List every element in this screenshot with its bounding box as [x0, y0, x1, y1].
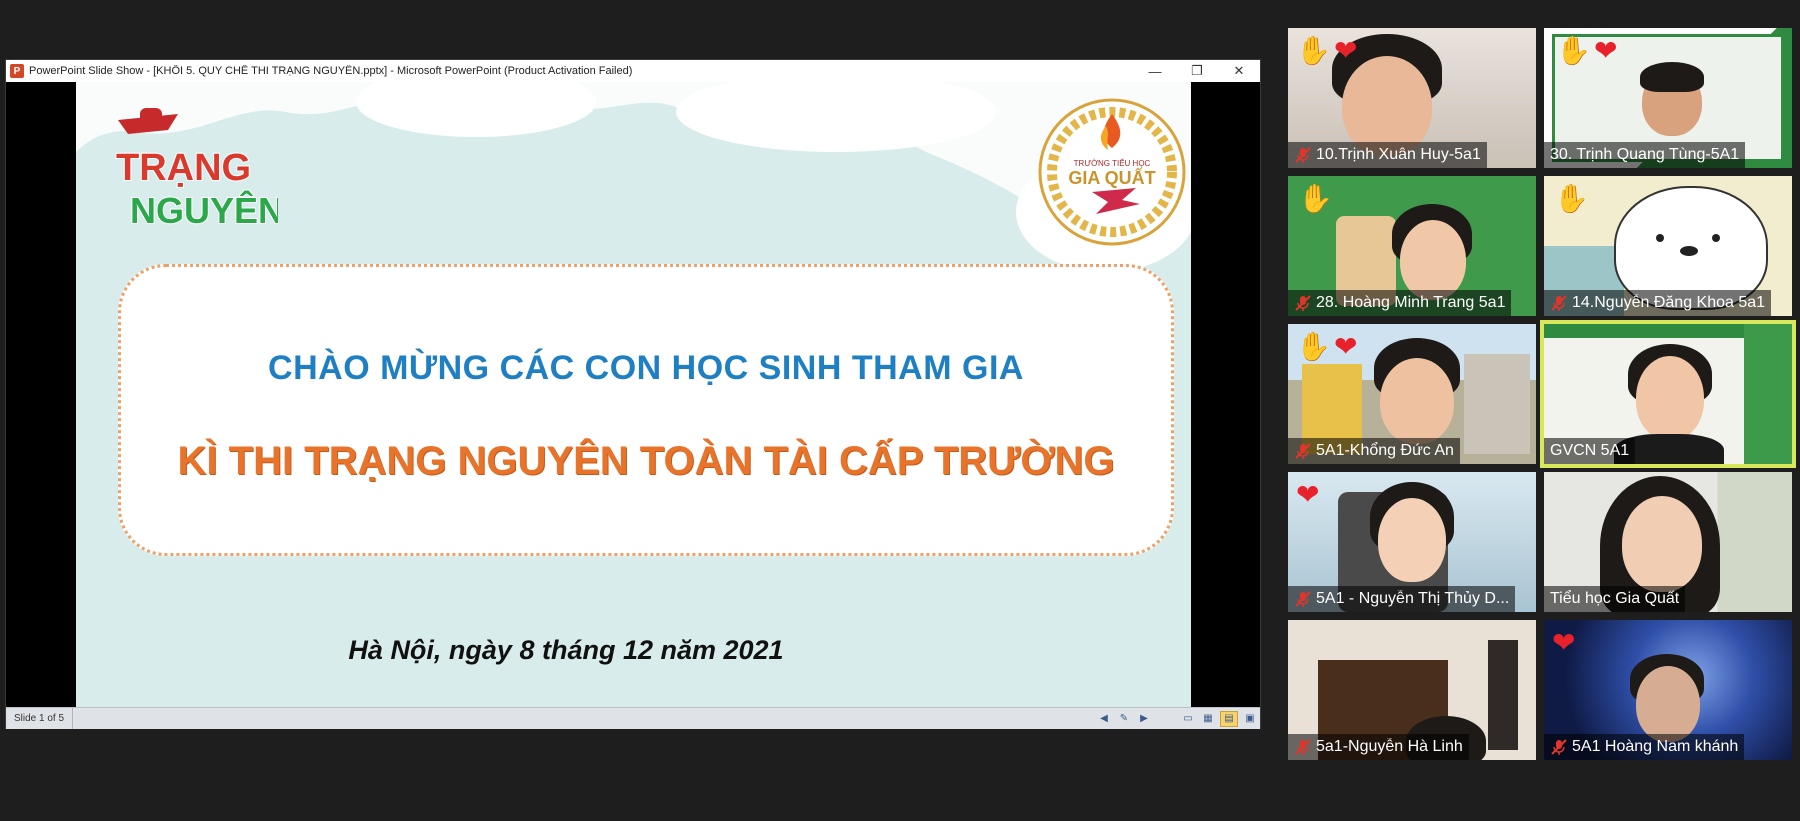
next-slide-icon[interactable]: ▶: [1136, 712, 1152, 726]
previous-slide-icon[interactable]: ◀: [1096, 712, 1112, 726]
heart-icon: ❤: [1334, 35, 1358, 66]
participant-name-bar: 28. Hoàng Minh Trang 5a1: [1288, 290, 1512, 316]
raised-hand-icon: ✋: [1554, 183, 1589, 214]
raised-hand-icon: ✋: [1298, 183, 1333, 214]
participant-tile[interactable]: ✋ ❤ 10.Trịnh Xuân Huy-5a1: [1288, 28, 1536, 168]
contest-title: KÌ THI TRẠNG NGUYÊN TOÀN TÀI CẤP TRƯỜNG: [177, 439, 1115, 483]
mic-muted-icon: [1295, 591, 1311, 607]
mic-muted-icon: [1551, 295, 1567, 311]
powerpoint-window: P PowerPoint Slide Show - [KHỐI 5. QUY C…: [6, 60, 1260, 729]
window-titlebar[interactable]: P PowerPoint Slide Show - [KHỐI 5. QUY C…: [6, 60, 1260, 82]
participant-name-bar: 5A1 - Nguyễn Thị Thủy D...: [1288, 586, 1516, 612]
participant-name-bar: 5A1-Khổng Đức An: [1288, 438, 1460, 464]
slide-show-area[interactable]: TRẠNG NGUYÊN TRƯỜNG TIỂU HỌC GIA QUẤT CH…: [6, 82, 1260, 707]
participant-name: 5a1-Nguyễn Hà Linh: [1316, 738, 1463, 755]
participant-name-bar: 5A1 Hoàng Nam khánh: [1544, 734, 1745, 760]
raised-hand-icon: ✋: [1296, 331, 1331, 362]
participant-tile[interactable]: ✋ ❤ 30. Trịnh Quang Tùng-5A1: [1544, 28, 1792, 168]
participant-name-bar: 30. Trịnh Quang Tùng-5A1: [1544, 142, 1746, 168]
participant-name-bar: GVCN 5A1: [1544, 438, 1636, 464]
mic-muted-icon: [1295, 443, 1311, 459]
participant-name-bar: 10.Trịnh Xuân Huy-5a1: [1288, 142, 1487, 168]
participant-name: 5A1 - Nguyễn Thị Thủy D...: [1316, 590, 1510, 607]
slide-counter: Slide 1 of 5: [6, 708, 74, 729]
trang-nguyen-logo: TRẠNG NGUYÊN: [115, 108, 278, 232]
participant-name-bar: Tiểu học Gia Quất: [1544, 586, 1686, 612]
raised-hand-icon: ✋: [1296, 35, 1331, 66]
participant-tile-active-speaker[interactable]: GVCN 5A1: [1544, 324, 1792, 464]
slide-sorter-view-icon[interactable]: ▦: [1200, 712, 1216, 726]
reading-view-icon[interactable]: ▤: [1220, 710, 1238, 727]
pen-menu-icon[interactable]: ✎: [1116, 712, 1132, 726]
heart-icon: ❤: [1334, 331, 1358, 362]
gia-quat-school-logo: TRƯỜNG TIỂU HỌC GIA QUẤT: [1038, 98, 1186, 246]
logo-school-top: TRƯỜNG TIỂU HỌC: [1074, 159, 1151, 168]
participant-name: 10.Trịnh Xuân Huy-5a1: [1316, 146, 1481, 163]
slide-show-view-icon[interactable]: ▣: [1242, 712, 1258, 726]
participant-tile[interactable]: ✋ 14.Nguyễn Đăng Khoa 5a1: [1544, 176, 1792, 316]
welcome-box: CHÀO MỪNG CÁC CON HỌC SINH THAM GIA KÌ T…: [118, 264, 1174, 556]
participant-tile[interactable]: ✋ ❤ 5A1-Khổng Đức An: [1288, 324, 1536, 464]
normal-view-icon[interactable]: ▭: [1180, 712, 1196, 726]
participant-name-bar: 14.Nguyễn Đăng Khoa 5a1: [1544, 290, 1772, 316]
participant-tile[interactable]: ❤ 5A1 - Nguyễn Thị Thủy D...: [1288, 472, 1536, 612]
status-bar: Slide 1 of 5 ◀ ✎ ▶ ▭ ▦ ▤ ▣: [6, 707, 1260, 729]
mic-muted-icon: [1295, 739, 1311, 755]
mic-muted-icon: [1295, 295, 1311, 311]
participant-name-bar: 5a1-Nguyễn Hà Linh: [1288, 734, 1469, 760]
participant-tile[interactable]: ❤ 5A1 Hoàng Nam khánh: [1544, 620, 1792, 760]
welcome-heading: CHÀO MỪNG CÁC CON HỌC SINH THAM GIA: [268, 349, 1024, 387]
participant-tile[interactable]: 5a1-Nguyễn Hà Linh: [1288, 620, 1536, 760]
slide[interactable]: TRẠNG NGUYÊN TRƯỜNG TIỂU HỌC GIA QUẤT CH…: [76, 82, 1191, 707]
close-button[interactable]: ✕: [1218, 60, 1260, 82]
raised-hand-icon: ✋: [1556, 35, 1591, 66]
logo-school-main: GIA QUẤT: [1068, 167, 1155, 188]
heart-icon: ❤: [1296, 479, 1320, 510]
powerpoint-app-icon: P: [10, 64, 24, 78]
participant-tile[interactable]: ✋ 28. Hoàng Minh Trang 5a1: [1288, 176, 1536, 316]
restore-button[interactable]: ❐: [1176, 60, 1218, 82]
participant-name: 5A1-Khổng Đức An: [1316, 442, 1454, 459]
participant-name: 28. Hoàng Minh Trang 5a1: [1316, 294, 1506, 311]
heart-icon: ❤: [1594, 35, 1618, 66]
participant-name: 5A1 Hoàng Nam khánh: [1572, 738, 1739, 755]
participant-tile[interactable]: Tiểu học Gia Quất: [1544, 472, 1792, 612]
date-line: Hà Nội, ngày 8 tháng 12 năm 2021: [348, 635, 784, 665]
minimize-button[interactable]: —: [1134, 60, 1176, 82]
heart-icon: ❤: [1552, 627, 1576, 658]
participant-name: 30. Trịnh Quang Tùng-5A1: [1550, 146, 1740, 163]
mic-muted-icon: [1295, 147, 1311, 163]
participant-name: Tiểu học Gia Quất: [1550, 590, 1680, 607]
participant-name: GVCN 5A1: [1550, 442, 1630, 459]
mic-muted-icon: [1551, 739, 1567, 755]
window-title: PowerPoint Slide Show - [KHỐI 5. QUY CHẾ…: [29, 65, 633, 77]
logo-text-top: TRẠNG: [116, 147, 251, 189]
participant-name: 14.Nguyễn Đăng Khoa 5a1: [1572, 294, 1766, 311]
logo-text-bottom: NGUYÊN: [130, 189, 278, 231]
